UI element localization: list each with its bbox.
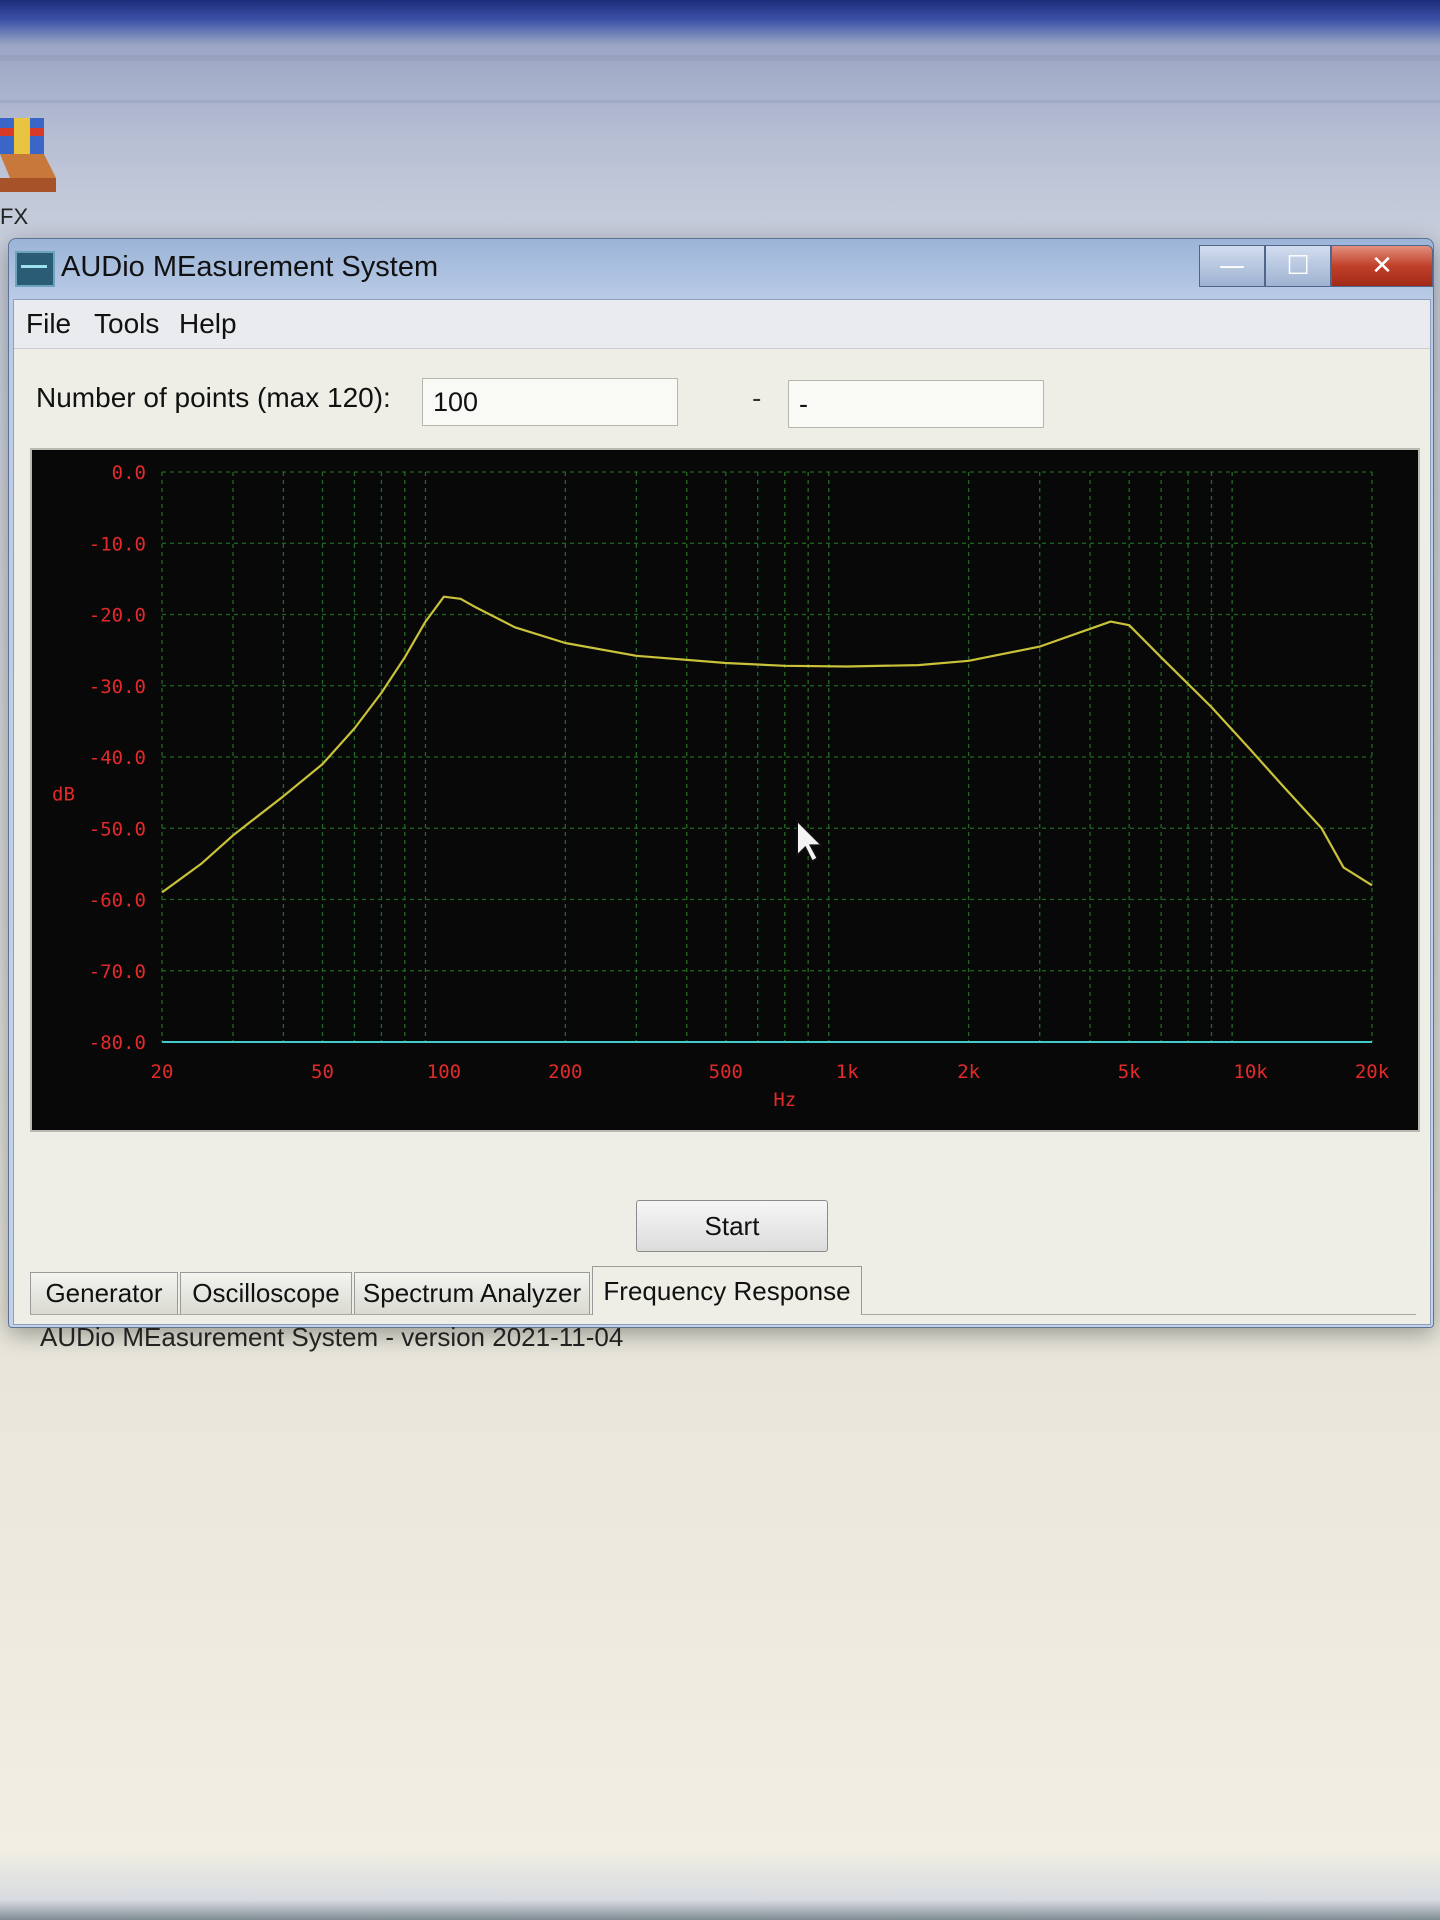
maximize-button[interactable]: ☐	[1265, 245, 1331, 287]
desktop-icon-label: FX	[0, 204, 29, 229]
window-client: File Tools Help Number of points (max 12…	[13, 299, 1431, 1352]
app-window: AUDio MEasurement System — ☐ ✕ File Tool…	[8, 238, 1434, 1352]
tab-oscilloscope[interactable]: Oscilloscope	[180, 1272, 352, 1314]
points-input[interactable]: 100	[422, 378, 678, 426]
y-tick-label: -30.0	[89, 676, 146, 698]
tab-frequency-response[interactable]: Frequency Response	[592, 1266, 862, 1315]
x-tick-label: 20k	[1355, 1061, 1390, 1083]
oscilloscope-app-icon	[15, 251, 55, 287]
response-trace	[161, 595, 1373, 894]
y-tick-label: -80.0	[89, 1032, 146, 1054]
menu-file[interactable]: File	[26, 308, 71, 340]
x-tick-label: 1k	[836, 1061, 859, 1083]
y-axis-label: dB	[52, 784, 75, 806]
y-tick-label: -10.0	[89, 533, 146, 555]
x-tick-label: 100	[427, 1061, 461, 1083]
minimize-button[interactable]: —	[1199, 245, 1265, 287]
x-tick-label: 2k	[957, 1061, 980, 1083]
window-controls: — ☐ ✕	[1199, 245, 1433, 287]
x-tick-label: 10k	[1233, 1061, 1268, 1083]
window-title: AUDio MEasurement System	[61, 251, 439, 283]
archive-app-icon[interactable]	[0, 118, 56, 196]
secondary-input[interactable]: -	[788, 380, 1044, 428]
mouse-cursor-icon	[796, 819, 824, 863]
x-tick-label: 50	[311, 1061, 334, 1083]
start-button[interactable]: Start	[636, 1200, 828, 1252]
frequency-response-chart: 0.0 -10.0 -20.0 -30.0 -40.0 -50.0 -60.0 -70.0 -8…	[52, 462, 1390, 1111]
points-label: Number of points (max 120):	[36, 382, 391, 413]
x-tick-label: 5k	[1118, 1061, 1141, 1083]
x-axis-label: Hz	[773, 1089, 796, 1111]
menu-tools[interactable]: Tools	[94, 308, 159, 340]
desktop-strip	[0, 100, 1440, 103]
x-tick-label: 500	[709, 1061, 743, 1083]
y-tick-label: -20.0	[89, 605, 146, 627]
tab-generator[interactable]: Generator	[30, 1272, 178, 1314]
frequency-response-plot: 0.0 -10.0 -20.0 -30.0 -40.0 -50.0 -60.0 -70.0 -8…	[30, 448, 1420, 1132]
y-tick-label: 0.0	[112, 462, 146, 484]
y-tick-label: -60.0	[89, 890, 146, 912]
tab-bar: Generator Oscilloscope Spectrum Analyzer…	[30, 1266, 1416, 1315]
desktop-strip	[0, 55, 1440, 61]
close-button[interactable]: ✕	[1331, 245, 1433, 287]
y-tick-label: -50.0	[89, 818, 146, 840]
y-tick-label: -70.0	[89, 961, 146, 983]
x-tick-label: 20	[151, 1061, 174, 1083]
y-tick-label: -40.0	[89, 747, 146, 769]
status-bar: AUDio MEasurement System - version 2021-…	[40, 1321, 624, 1352]
menu-bar: File Tools Help	[14, 300, 1430, 349]
range-separator: -	[752, 384, 762, 414]
menu-help[interactable]: Help	[179, 308, 237, 340]
x-tick-label: 200	[548, 1061, 582, 1083]
title-bar[interactable]: AUDio MEasurement System — ☐ ✕	[9, 239, 1433, 297]
tab-spectrum-analyzer[interactable]: Spectrum Analyzer	[354, 1272, 590, 1314]
